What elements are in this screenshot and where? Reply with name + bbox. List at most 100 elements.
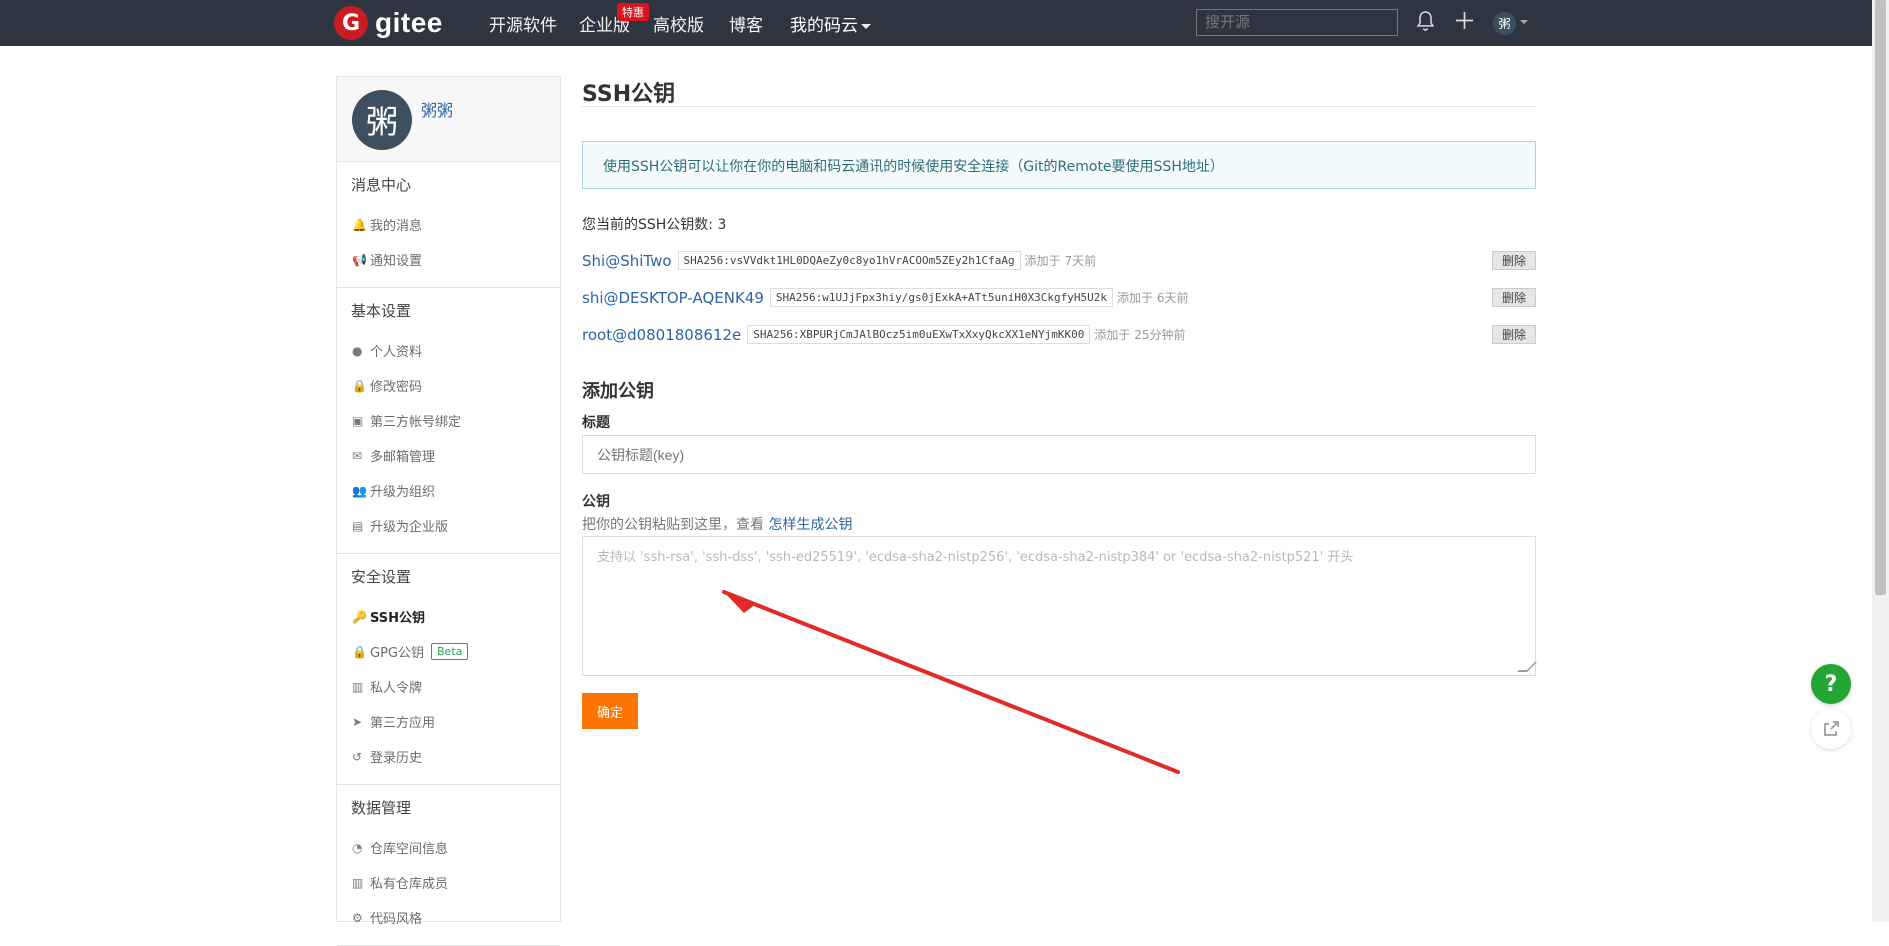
sidebar-item-label: 通知设置 — [370, 254, 423, 269]
ssh-key-added-time: 添加于 6天前 — [1117, 291, 1189, 305]
ssh-key-count: 您当前的SSH公钥数: 3 — [582, 217, 727, 233]
title-field-label: 标题 — [582, 415, 610, 431]
help-button[interactable]: ? — [1811, 664, 1851, 704]
sidebar-item-change-password[interactable]: 🔒 修改密码 — [337, 368, 560, 403]
gitee-logo[interactable]: G gitee — [334, 6, 443, 40]
promo-badge: 特惠 — [617, 3, 649, 21]
scrollbar-thumb[interactable] — [1875, 0, 1886, 595]
submit-ssh-key-button[interactable]: 确定 — [582, 693, 638, 729]
sidebar-item-third-party-apps[interactable]: ➤ 第三方应用 — [337, 704, 560, 739]
sidebar-item-label: 升级为企业版 — [370, 520, 449, 535]
sidebar-item-label: 多邮箱管理 — [370, 450, 436, 465]
beta-badge: Beta — [431, 643, 469, 660]
delete-ssh-key-button[interactable]: 删除 — [1492, 325, 1536, 344]
nav-blog[interactable]: 博客 — [729, 11, 763, 36]
help-text: 把你的公钥粘贴到这里，查看 — [582, 517, 764, 533]
lock-icon: 🔒 — [352, 378, 367, 393]
sidebar-item-repo-space[interactable]: ◔ 仓库空间信息 — [337, 830, 560, 865]
sidebar-item-label: 登录历史 — [370, 751, 423, 766]
public-key-help-text: 把你的公钥粘贴到这里，查看 怎样生成公钥 — [582, 514, 852, 534]
title-divider — [582, 106, 1536, 107]
settings-sidebar: 粥 粥粥 消息中心 🔔 我的消息 📢 通知设置 基本设置 ● 个人资料 🔒 修改密码 ▣… — [336, 76, 561, 946]
key-icon: 🔑 — [352, 609, 367, 624]
sidebar-item-code-style[interactable]: ⚙ 代码风格 — [337, 900, 560, 935]
search-input[interactable] — [1196, 9, 1398, 36]
nav-open-source[interactable]: 开源软件 — [489, 11, 557, 36]
sidebar-item-label: 仓库空间信息 — [370, 842, 449, 857]
ssh-key-added-time: 添加于 25分钟前 — [1094, 328, 1186, 342]
user-icon: ● — [352, 343, 363, 358]
plus-icon[interactable] — [1454, 10, 1475, 36]
sidebar-item-email-management[interactable]: ✉ 多邮箱管理 — [337, 438, 560, 473]
sidebar-item-label: 第三方应用 — [370, 716, 436, 731]
sidebar-item-label: SSH公钥 — [370, 611, 426, 626]
pie-chart-icon: ◔ — [352, 840, 363, 855]
users-icon: 👥 — [352, 483, 367, 498]
avatar-chevron-down-icon[interactable] — [1520, 20, 1528, 24]
section-title-message-center: 消息中心 — [351, 176, 412, 194]
ssh-key-title-input[interactable] — [582, 435, 1536, 474]
rocket-icon: ➤ — [352, 714, 363, 729]
section-title-data-management: 数据管理 — [351, 799, 412, 817]
sidebar-item-gpg-keys[interactable]: 🔒 GPG公钥 Beta — [337, 634, 560, 669]
user-avatar[interactable]: 粥 — [1493, 12, 1516, 35]
sidebar-item-label: 代码风格 — [370, 912, 423, 927]
public-key-placeholder: 支持以 'ssh-rsa', 'ssh-dss', 'ssh-ed25519',… — [597, 550, 1354, 565]
section-title-security-settings: 安全设置 — [351, 568, 412, 586]
sidebar-item-label: 个人资料 — [370, 345, 423, 360]
sidebar-section-security-settings: 安全设置 🔑 SSH公钥 🔒 GPG公钥 Beta ▥ 私人令牌 ➤ 第三方应用 ↺ 登录历… — [337, 554, 560, 785]
public-key-textarea[interactable]: 支持以 'ssh-rsa', 'ssh-dss', 'ssh-ed25519',… — [582, 536, 1537, 676]
sidebar-item-third-party-binding[interactable]: ▣ 第三方帐号绑定 — [337, 403, 560, 438]
profile-avatar[interactable]: 粥 — [352, 90, 412, 150]
chevron-down-icon — [861, 23, 871, 29]
ssh-key-row: root@d0801808612e SHA256:XBPURjCmJAlBOcz… — [582, 322, 1536, 347]
sidebar-item-label: 私人令牌 — [370, 681, 423, 696]
sidebar-item-private-tokens[interactable]: ▥ 私人令牌 — [337, 669, 560, 704]
resize-handle[interactable] — [1517, 662, 1537, 672]
nav-university[interactable]: 高校版 — [653, 11, 704, 36]
sidebar-item-label: 私有仓库成员 — [370, 877, 449, 892]
ssh-key-name[interactable]: Shi@ShiTwo — [582, 252, 672, 270]
sidebar-section-message-center: 消息中心 🔔 我的消息 📢 通知设置 — [337, 162, 560, 288]
sidebar-item-notification-settings[interactable]: 📢 通知设置 — [337, 242, 560, 277]
sidebar-item-ssh-keys[interactable]: 🔑 SSH公钥 — [337, 599, 560, 634]
sidebar-profile: 粥 粥粥 — [337, 77, 560, 162]
member-icon: ▥ — [352, 875, 364, 890]
bell-icon[interactable] — [1416, 10, 1435, 37]
sidebar-item-upgrade-enterprise[interactable]: ▤ 升级为企业版 — [337, 508, 560, 543]
token-icon: ▥ — [352, 679, 364, 694]
bell-icon: 🔔 — [352, 217, 367, 232]
ssh-info-alert: 使用SSH公钥可以让你在你的电脑和码云通讯的时候使用安全连接（Git的Remot… — [582, 141, 1536, 189]
nav-my-gitee-label: 我的码云 — [790, 16, 858, 36]
delete-ssh-key-button[interactable]: 删除 — [1492, 251, 1536, 270]
lock-icon: 🔒 — [352, 644, 367, 659]
delete-ssh-key-button[interactable]: 删除 — [1492, 288, 1536, 307]
top-navigation-bar: G gitee 开源软件 企业版 特惠 高校版 博客 我的码云 粥 — [0, 0, 1889, 46]
how-to-generate-key-link[interactable]: 怎样生成公钥 — [768, 517, 852, 533]
gitee-logo-icon: G — [334, 6, 368, 40]
sidebar-item-label: GPG公钥 — [370, 646, 424, 661]
profile-username[interactable]: 粥粥 — [421, 97, 453, 121]
sidebar-item-private-repo-members[interactable]: ▥ 私有仓库成员 — [337, 865, 560, 900]
sidebar-item-login-history[interactable]: ↺ 登录历史 — [337, 739, 560, 774]
ssh-key-name[interactable]: shi@DESKTOP-AQENK49 — [582, 289, 764, 307]
sidebar-item-my-messages[interactable]: 🔔 我的消息 — [337, 207, 560, 242]
share-icon[interactable] — [1811, 709, 1851, 749]
code-style-icon: ⚙ — [352, 910, 363, 925]
ssh-key-row: shi@DESKTOP-AQENK49 SHA256:w1UJjFpx3hiy/… — [582, 285, 1536, 310]
add-ssh-key-heading: 添加公钥 — [582, 381, 654, 402]
id-card-icon: ▣ — [352, 413, 364, 428]
ssh-key-fingerprint: SHA256:w1UJjFpx3hiy/gs0jExkA+ATt5uniH0X3… — [769, 288, 1114, 307]
section-title-basic-settings: 基本设置 — [351, 302, 412, 320]
history-icon: ↺ — [352, 749, 363, 764]
nav-my-gitee[interactable]: 我的码云 — [790, 11, 871, 36]
ssh-key-name[interactable]: root@d0801808612e — [582, 326, 741, 344]
sidebar-item-upgrade-organization[interactable]: 👥 升级为组织 — [337, 473, 560, 508]
sidebar-section-basic-settings: 基本设置 ● 个人资料 🔒 修改密码 ▣ 第三方帐号绑定 ✉ 多邮箱管理 👥 升级为组织 … — [337, 288, 560, 554]
ssh-key-content: SSH公钥 使用SSH公钥可以让你在你的电脑和码云通讯的时候使用安全连接（Git… — [582, 76, 1537, 729]
page-scrollbar[interactable] — [1872, 0, 1889, 922]
sidebar-item-label: 修改密码 — [370, 380, 423, 395]
ssh-key-added-time: 添加于 7天前 — [1024, 254, 1097, 268]
gitee-logo-text: gitee — [375, 7, 443, 38]
sidebar-item-profile[interactable]: ● 个人资料 — [337, 333, 560, 368]
